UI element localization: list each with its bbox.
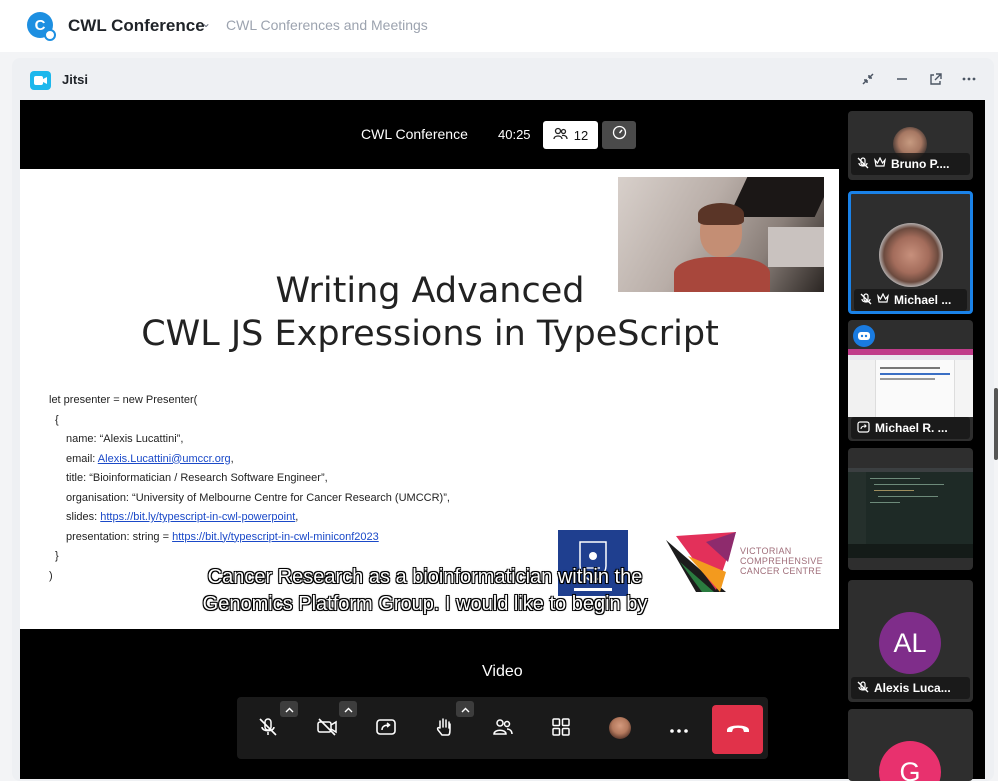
participant-name-bar: Michael R. ... [851, 417, 970, 439]
avatar: G [879, 741, 941, 781]
widget-header: Jitsi [12, 58, 994, 100]
slide-code-block: let presenter = new Presenter( { name: “… [49, 391, 450, 586]
video-label: Video [482, 663, 523, 680]
participant-name-bar: Alexis Luca... [851, 677, 970, 699]
moderator-crown-icon [874, 156, 886, 171]
microphone-muted-icon [860, 292, 872, 308]
raise-hand-icon [433, 716, 455, 743]
widget-title: Jitsi [62, 72, 89, 87]
reactions-caret[interactable] [456, 701, 474, 717]
screen-share-icon [857, 420, 870, 436]
gauge-icon [612, 125, 627, 145]
code-text: presentation: string = [66, 530, 173, 543]
caption-line: Cancer Research as a bioinformatician wi… [207, 566, 643, 588]
code-text: , [295, 511, 299, 523]
live-caption: Cancer Research as a bioinformatician wi… [160, 564, 690, 618]
avatar[interactable] [609, 717, 631, 739]
participant-name: Alexis Luca... [874, 681, 951, 695]
more-actions-button[interactable] [662, 712, 696, 746]
presenter-camera-inset [618, 177, 824, 292]
code-line: title: “Bioinformatician / Research Soft… [66, 472, 328, 484]
share-screen-button[interactable] [369, 712, 403, 746]
code-line: let presenter = new Presenter( [49, 394, 198, 406]
leave-meeting-button[interactable] [712, 705, 763, 754]
participant-count-button[interactable]: 12 [543, 121, 598, 149]
vccc-text-line: COMPREHENSIVE [740, 556, 823, 566]
participant-tile[interactable]: AL Alexis Luca... [848, 580, 973, 702]
mute-microphone-button[interactable] [251, 712, 285, 746]
participant-count: 12 [573, 127, 589, 143]
participant-tile-active-speaker[interactable]: Michael ... [848, 191, 973, 314]
moderator-crown-icon [877, 292, 889, 307]
vccc-text-line: CANCER CENTRE [740, 566, 822, 576]
chevron-up-icon [285, 700, 294, 718]
video-camera-icon [30, 71, 51, 90]
raise-hand-button[interactable] [427, 712, 461, 746]
code-text: slides: [66, 511, 101, 523]
participant-name-bar: Bruno P.... [851, 153, 970, 175]
email-link[interactable]: Alexis.Lucattini@umccr.org [98, 453, 231, 465]
camera-options-caret[interactable] [339, 701, 357, 717]
presentation-link[interactable]: https://bit.ly/typescript-in-cwl-minicon… [172, 531, 379, 543]
more-options-icon[interactable] [960, 70, 978, 88]
vccc-logo-text: VICTORIAN COMPREHENSIVE CANCER CENTRE [740, 546, 823, 576]
meeting-timer: 40:25 [498, 127, 531, 142]
participant-tile[interactable]: G [848, 709, 973, 781]
code-text: , [230, 452, 234, 465]
hangup-icon [725, 721, 751, 739]
performance-settings-button[interactable] [602, 121, 636, 149]
participants-button[interactable] [486, 712, 520, 746]
app-header: C CWL Conference ⌄ CWL Conferences and M… [0, 0, 998, 52]
avatar: AL [879, 612, 941, 674]
code-line: organisation: “University of Melbourne C… [66, 491, 450, 504]
participant-tile[interactable]: Bruno P.... [848, 111, 973, 180]
app-logo-icon[interactable]: C [27, 12, 56, 41]
shared-screen-slide: Writing Advanced CWL JS Expressions in T… [20, 169, 839, 629]
participant-name: Michael R. ... [875, 421, 948, 435]
stop-camera-button[interactable] [310, 712, 344, 746]
screen-share-icon [375, 716, 397, 743]
filmstrip-scrollbar[interactable] [994, 388, 998, 460]
caption-line: Genomics Platform Group. I would like to… [202, 593, 648, 615]
vccc-text-line: VICTORIAN [740, 546, 792, 556]
microphone-muted-icon [857, 156, 869, 172]
microphone-muted-icon [857, 680, 869, 696]
app-title[interactable]: CWL Conference [68, 16, 205, 36]
tile-view-button[interactable] [544, 712, 578, 746]
code-line: presentation: string = https://bit.ly/ty… [49, 528, 450, 548]
chevron-up-icon [344, 700, 353, 718]
minimize-icon[interactable] [893, 70, 911, 88]
code-line: email: Alexis.Lucattini@umccr.org, [49, 450, 450, 470]
tile-view-icon [550, 716, 572, 743]
microphone-options-caret[interactable] [280, 701, 298, 717]
slide-title-line-2: CWL JS Expressions in TypeScript [141, 314, 719, 354]
code-text: email: [66, 452, 98, 465]
code-line: { [55, 413, 59, 426]
participant-tile-screenshare[interactable]: Michael R. ... [848, 320, 973, 441]
participant-name: Michael ... [894, 293, 952, 307]
participant-name-bar: Michael ... [854, 289, 967, 311]
minimize-arrows-icon[interactable] [859, 70, 877, 88]
bot-icon [853, 325, 875, 347]
meeting-title: CWL Conference [361, 126, 468, 142]
chevron-down-icon[interactable]: ⌄ [201, 16, 211, 30]
microphone-muted-icon [257, 716, 279, 743]
participants-icon [492, 716, 514, 743]
code-line: name: “Alexis Lucattini”, [66, 433, 184, 445]
code-line: slides: https://bit.ly/typescript-in-cwl… [49, 508, 450, 528]
participants-icon [553, 127, 568, 143]
participant-name: Bruno P.... [891, 157, 950, 171]
camera-muted-icon [316, 716, 338, 743]
popout-icon[interactable] [926, 70, 944, 88]
app-breadcrumb[interactable]: CWL Conferences and Meetings [226, 17, 428, 33]
more-icon [669, 720, 689, 738]
screenshare-thumbnail [848, 349, 973, 417]
slides-link[interactable]: https://bit.ly/typescript-in-cwl-powerpo… [100, 511, 295, 523]
code-editor-thumbnail [848, 468, 973, 558]
participant-tile[interactable] [848, 448, 973, 570]
avatar [879, 223, 943, 287]
chevron-up-icon [461, 700, 470, 718]
